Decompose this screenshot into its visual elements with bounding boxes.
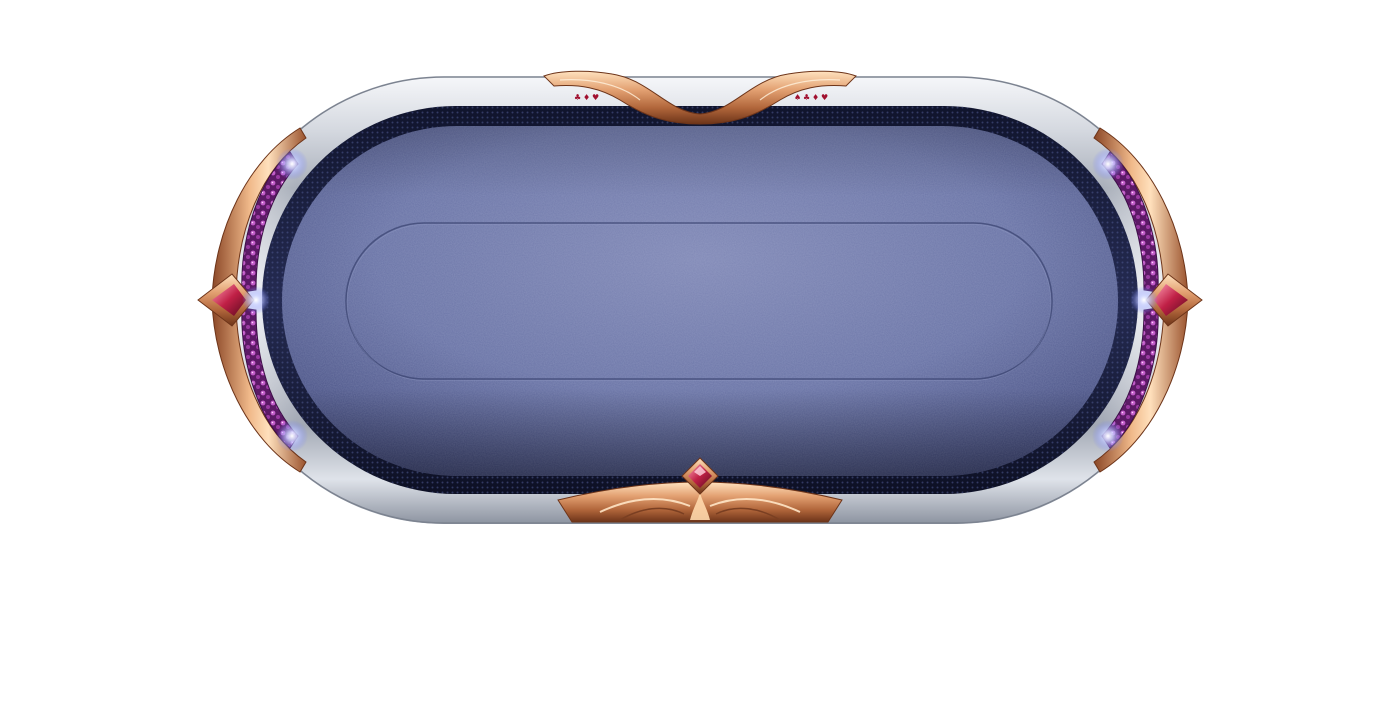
suit-diamond-icon: ♦ (812, 93, 819, 102)
suit-club-icon: ♣ (574, 93, 581, 102)
table-felt (282, 126, 1118, 476)
suit-heart-icon: ♥ (821, 93, 828, 102)
suit-spade-icon: ♠ (794, 93, 801, 102)
suit-heart-icon: ♥ (592, 93, 599, 102)
suit-diamond-icon: ♦ (583, 93, 590, 102)
suit-club-icon: ♣ (803, 93, 810, 102)
game-scene: ♣ ♦ ♥ ♠ ♣ ♦ ♥ (0, 0, 1400, 703)
poker-table: ♣ ♦ ♥ ♠ ♣ ♦ ♥ (197, 70, 1203, 524)
